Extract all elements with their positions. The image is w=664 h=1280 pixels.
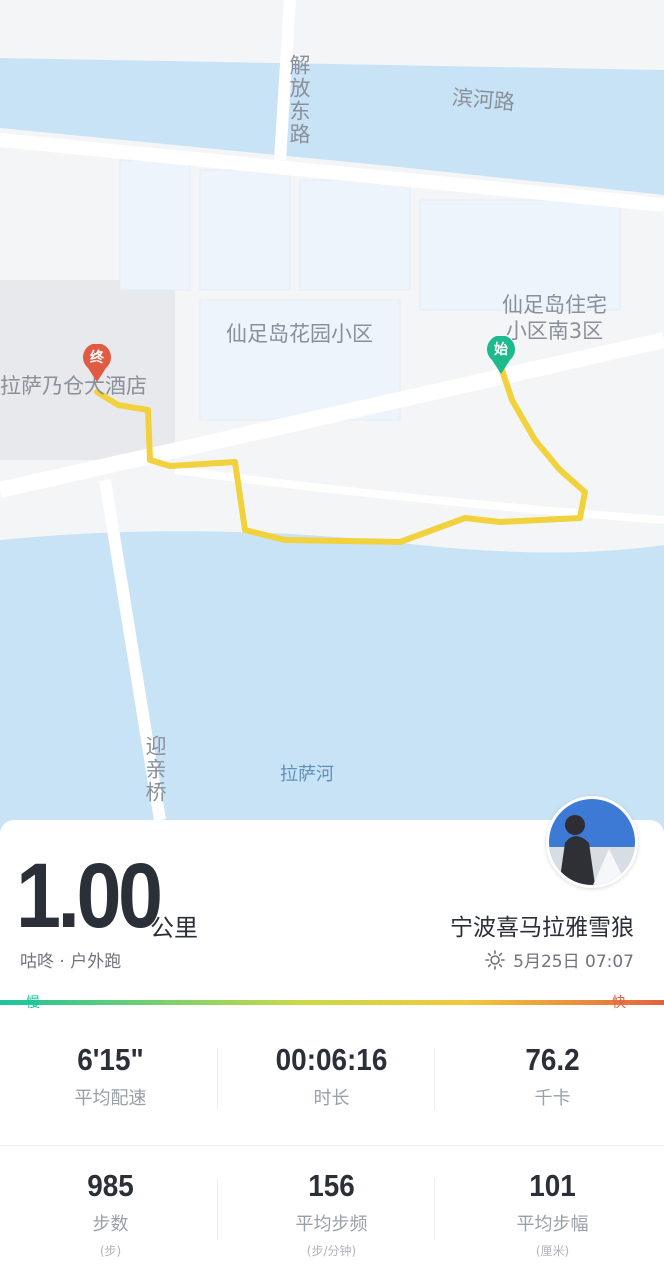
avatar[interactable] xyxy=(546,796,638,888)
stat-avg-pace: 6'15" 平均配速 xyxy=(0,1042,221,1110)
divider xyxy=(0,1145,664,1146)
stat-value: 156 xyxy=(308,1168,355,1203)
stat-value: 76.2 xyxy=(525,1042,580,1077)
stat-label: 时长 xyxy=(313,1088,350,1109)
stat-unit: (步/分钟) xyxy=(306,1244,357,1258)
distance-unit: 公里 xyxy=(150,914,198,942)
stat-stride: 101 平均步幅 (厘米) xyxy=(442,1168,663,1259)
divider xyxy=(434,1048,435,1110)
pace-gradient-bar xyxy=(0,1000,664,1005)
distance-value: 1.00 xyxy=(16,845,163,947)
end-pin-label: 终 xyxy=(90,350,104,366)
road-label-binhe: 滨河路 xyxy=(450,85,516,115)
divider xyxy=(434,1178,435,1240)
stat-value: 101 xyxy=(529,1168,576,1203)
stat-value: 00:06:16 xyxy=(275,1042,388,1077)
river-label: 拉萨河 xyxy=(280,764,334,785)
stat-unit: (步) xyxy=(99,1244,122,1258)
stat-value: 6'15" xyxy=(77,1042,144,1077)
stat-calories: 76.2 千卡 xyxy=(442,1042,663,1110)
stat-cadence: 156 平均步频 (步/分钟) xyxy=(221,1168,442,1259)
stat-label: 平均步频 xyxy=(295,1214,368,1235)
activity-source: 咕咚 · 户外跑 xyxy=(20,952,122,972)
end-pin[interactable]: 终 xyxy=(82,343,112,384)
start-pin-label: 始 xyxy=(494,342,508,358)
poi-label-xianzu-garden: 仙足岛花园小区 xyxy=(226,322,373,346)
pace-slow-label: 慢 xyxy=(26,995,40,1011)
start-pin[interactable]: 始 xyxy=(486,335,516,376)
stat-label: 平均配速 xyxy=(74,1088,147,1109)
stat-label: 平均步幅 xyxy=(516,1214,589,1235)
road-label-jiefang: 解放东路 xyxy=(287,54,311,146)
road-label-yingqin: 迎亲桥 xyxy=(143,735,167,804)
poi-label-hotel: 拉萨乃仓大酒店 xyxy=(0,374,147,398)
run-datetime: 5月25日 07:07 xyxy=(485,947,634,972)
stat-steps: 985 步数 (步) xyxy=(0,1168,221,1259)
stat-value: 985 xyxy=(87,1168,134,1203)
stat-label: 千卡 xyxy=(534,1088,571,1109)
sun-icon xyxy=(485,949,505,970)
username[interactable]: 宁波喜马拉雅雪狼 xyxy=(450,908,634,942)
datetime-text: 5月25日 07:07 xyxy=(513,952,634,972)
divider xyxy=(217,1178,218,1240)
divider xyxy=(217,1048,218,1110)
stat-unit: (厘米) xyxy=(535,1244,570,1258)
pace-fast-label: 快 xyxy=(612,995,626,1011)
stat-label: 步数 xyxy=(92,1214,129,1235)
stat-duration: 00:06:16 时长 xyxy=(221,1042,442,1110)
